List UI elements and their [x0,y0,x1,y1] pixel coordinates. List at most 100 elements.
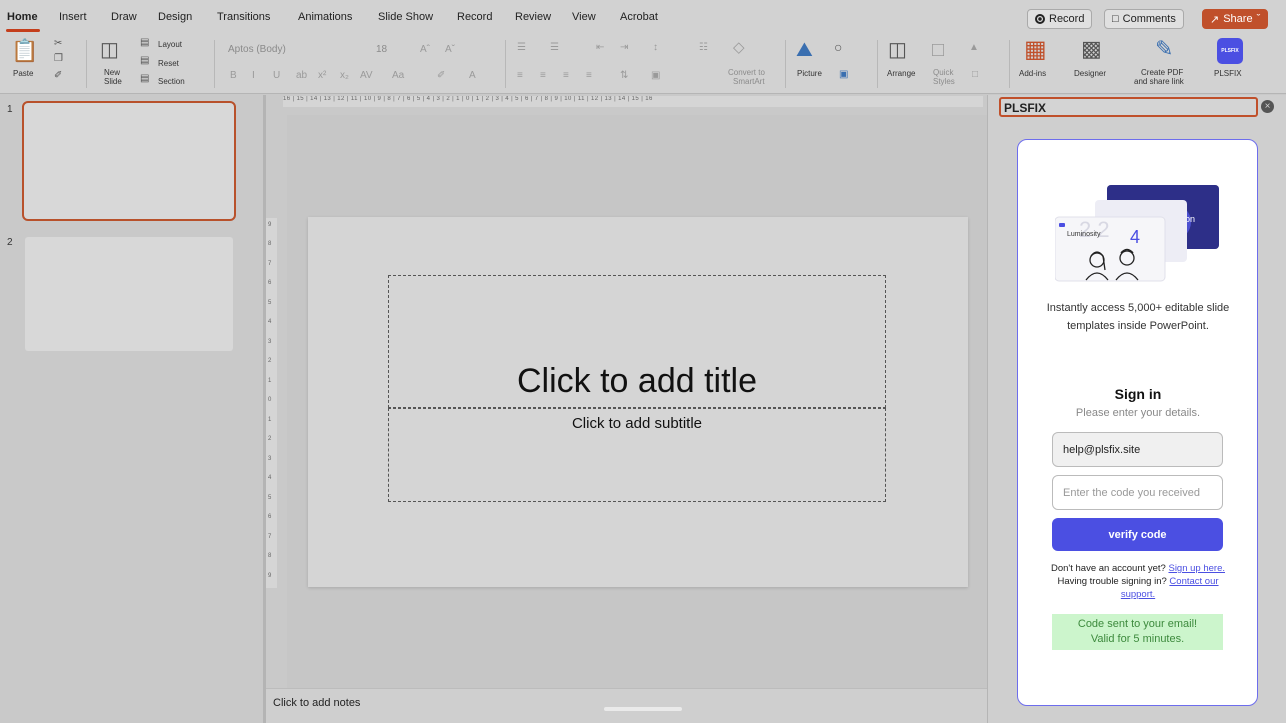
subtitle-placeholder[interactable]: Click to add subtitle [388,408,886,502]
record-button[interactable]: Record [1027,9,1093,29]
notes-resize-handle[interactable] [604,707,682,711]
indent-icon[interactable]: ⇤ [596,43,604,53]
create-pdf-label-1: Create PDF [1141,68,1184,77]
tab-insert[interactable]: Insert [59,11,87,23]
section-button[interactable]: Section [158,77,185,86]
font-grow-icon[interactable]: Aˆ [420,45,430,55]
plsfix-icon-text: PLSFIX [1221,48,1239,54]
tab-record[interactable]: Record [457,11,492,23]
share-icon: ↗ [1210,13,1220,26]
slide-thumbnail-2[interactable] [25,237,233,351]
ribbon-home: 📋 Paste ✂ ❐ ✐ ◫ New Slide ▤ Layout ▤ Res… [0,34,1286,94]
justify-icon[interactable]: ≡ [586,71,592,81]
thumbnail-number: 2 [7,237,13,248]
notes-pane[interactable]: Click to add notes [266,688,987,723]
comments-button[interactable]: □ Comments [1104,9,1184,29]
verification-code-field[interactable] [1052,475,1223,510]
thumbnail-number: 1 [7,104,13,115]
tab-design[interactable]: Design [158,11,192,23]
copy-icon[interactable]: ❐ [54,54,63,64]
arrange-label: Arrange [887,69,916,78]
align-text-icon[interactable]: ▣ [651,71,660,81]
plsfix-label: PLSFIX [1214,69,1242,78]
sign-in-subtitle: Please enter your details. [1075,407,1201,419]
create-pdf-icon[interactable]: ✎ [1155,38,1173,60]
title-placeholder-text: Click to add title [517,362,757,400]
character-spacing-icon[interactable]: AV [360,71,373,81]
font-shrink-icon[interactable]: Aˇ [445,45,455,55]
strikethrough-icon[interactable]: ab [296,71,307,81]
code-sent-message: Code sent to your email! Valid for 5 min… [1052,614,1223,650]
text-direction-icon[interactable]: ⇅ [620,71,628,81]
italic-icon[interactable]: I [252,71,255,81]
layout-button[interactable]: Layout [158,40,182,49]
designer-label: Designer [1074,69,1107,78]
align-left-icon[interactable]: ≡ [517,71,523,81]
slide-thumbnail-1[interactable] [22,101,236,221]
line-spacing-icon[interactable]: ↕ [653,43,658,53]
reset-icon[interactable]: ▤ [140,56,149,66]
new-slide-icon[interactable]: ◫ [100,40,119,60]
bullets-icon[interactable]: ☰ [517,43,526,53]
ribbon-divider [877,40,878,88]
format-painter-icon[interactable]: ✐ [54,71,62,81]
notes-placeholder: Click to add notes [273,697,361,709]
plsfix-icon[interactable]: PLSFIX [1217,38,1243,64]
shape-outline-icon[interactable]: □ [972,70,978,80]
designer-icon[interactable]: ▩ [1081,38,1102,60]
align-center-icon[interactable]: ≡ [540,71,546,81]
title-placeholder[interactable]: Click to add title [388,275,886,408]
tab-home[interactable]: Home [7,11,38,23]
tab-animations[interactable]: Animations [298,11,352,23]
layout-icon[interactable]: ▤ [140,38,149,48]
underline-icon[interactable]: U [273,71,280,81]
outdent-icon[interactable]: ⇥ [620,43,628,53]
shapes-icon[interactable]: ○ [834,40,842,55]
record-button-label: Record [1049,13,1085,25]
tab-review[interactable]: Review [515,11,551,23]
cut-icon[interactable]: ✂ [54,39,62,49]
addin-description: Instantly access 5,000+ editable slide t… [1046,302,1230,332]
shape-fill-icon[interactable]: ▲ [969,43,979,53]
add-ins-icon[interactable]: ▦ [1024,38,1047,62]
illustration-text-luminosity: Luminosity [1067,231,1101,238]
tab-view[interactable]: View [572,11,596,23]
paste-label: Paste [13,69,34,78]
font-color-icon[interactable]: A [469,71,476,81]
font-size-select[interactable]: 18 [372,42,412,58]
svg-text:2 2: 2 2 [1079,217,1110,242]
change-case-icon[interactable]: Aa [392,71,404,81]
convert-smartart-label-1: Convert to [728,68,765,77]
email-field[interactable] [1052,432,1223,467]
close-icon[interactable]: × [1261,100,1274,113]
highlight-icon[interactable]: ✐ [437,71,445,81]
help-text: Don't have an account yet? Sign up here.… [1051,563,1225,600]
text-box-icon[interactable]: ▣ [839,70,848,80]
new-slide-label-1: New [104,68,121,77]
arrange-icon[interactable]: ◫ [888,40,907,60]
superscript-icon[interactable]: x² [318,71,326,81]
verify-code-button[interactable]: verify code [1052,518,1223,551]
code-sent-line-1: Code sent to your email! [1077,618,1198,630]
slide[interactable]: Click to add title Click to add subtitle [308,217,968,587]
tab-draw[interactable]: Draw [111,11,137,23]
quick-styles-icon[interactable]: □ [932,40,944,60]
columns-icon[interactable]: ☷ [699,43,708,53]
picture-icon[interactable]: ⛰ [796,40,813,60]
subtitle-placeholder-text: Click to add subtitle [571,415,703,432]
sign-up-link[interactable]: Sign up here. [1168,563,1225,574]
tab-transitions[interactable]: Transitions [217,11,270,23]
subscript-icon[interactable]: x₂ [340,71,349,81]
section-icon[interactable]: ▤ [140,74,149,84]
reset-button[interactable]: Reset [158,59,179,68]
share-button[interactable]: ↗ Share ˇ [1202,9,1269,29]
numbering-icon[interactable]: ☰ [550,43,559,53]
align-right-icon[interactable]: ≡ [563,71,569,81]
font-name-select[interactable]: Aptos (Body) [224,42,364,58]
paste-icon[interactable]: 📋 [11,40,38,62]
smartart-icon[interactable]: ◇ [733,40,745,55]
bold-icon[interactable]: B [230,71,237,81]
tab-acrobat[interactable]: Acrobat [620,11,658,23]
templates-illustration: on 2 2 Luminosity 4 [1055,185,1219,282]
tab-slide-show[interactable]: Slide Show [378,11,433,23]
